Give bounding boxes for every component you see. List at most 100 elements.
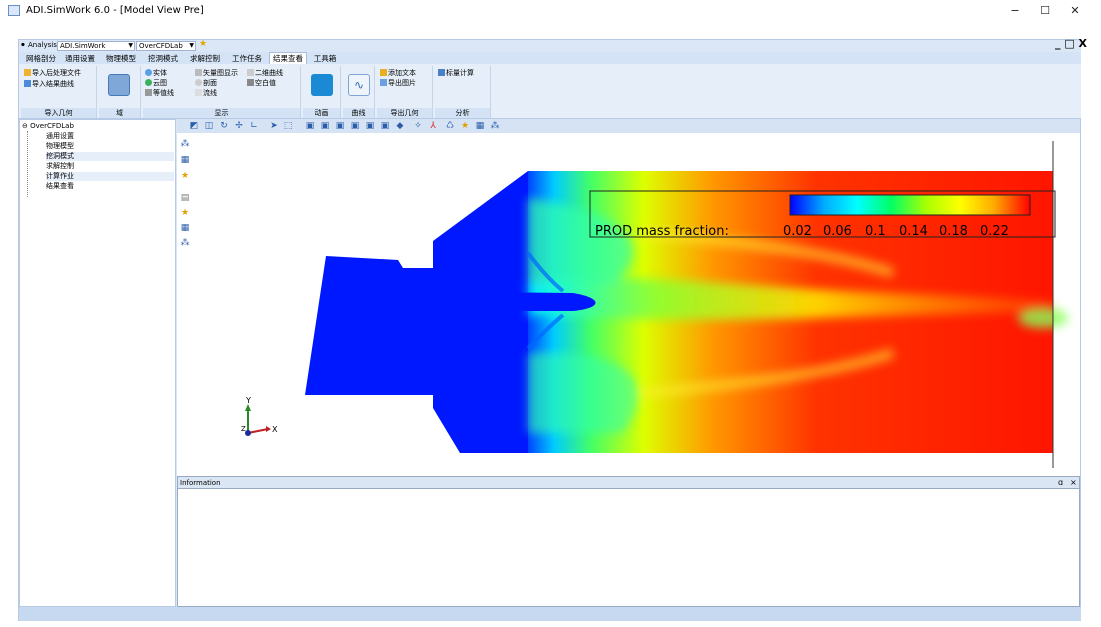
project-tree: ⊖ OverCFDLab 通用设置 物理模型 挖洞模式 求解控制 计算作业 结果… xyxy=(19,119,176,607)
pan-icon[interactable]: ✢ xyxy=(234,121,244,131)
legend-tick: 0.02 xyxy=(783,224,812,239)
contour-plot[interactable]: PROD mass fraction: 0.02 0.06 0.1 0.14 0… xyxy=(193,133,1080,476)
curve-icon[interactable]: ∿ xyxy=(348,74,370,96)
view-side-toolbar: ⁂ ▦ ★ ▤ ★ ▦ ⁂ xyxy=(177,133,193,476)
tab-hole-mode[interactable]: 挖洞模式 xyxy=(146,52,180,64)
window-title: ADI.SimWork 6.0 - [Model View Pre] xyxy=(26,5,204,16)
refresh-icon[interactable]: ♺ xyxy=(445,121,455,131)
tab-general-settings[interactable]: 通用设置 xyxy=(63,52,97,64)
axis-y-label: Y xyxy=(245,396,251,405)
tree-item-compute-job[interactable]: 计算作业 xyxy=(46,172,174,181)
collapse-icon[interactable]: ⊖ xyxy=(22,122,28,130)
group-export-geometry: 添加文本 导出图片 导出几何 xyxy=(377,66,433,118)
tree-item-hole-mode[interactable]: 挖洞模式 xyxy=(46,152,174,161)
import-post-file-button[interactable]: 导入后处理文件 xyxy=(24,69,81,78)
group-caption: 域 xyxy=(99,108,140,118)
tree-item-general-settings[interactable]: 通用设置 xyxy=(46,132,74,141)
nodes-icon[interactable]: ⁂ xyxy=(180,238,190,248)
grid-icon[interactable]: ▦ xyxy=(475,121,485,131)
view-right-icon[interactable]: ▣ xyxy=(350,121,360,131)
solid-icon xyxy=(145,69,152,76)
group-caption: 分析 xyxy=(435,108,490,118)
folder-icon[interactable]: ★ xyxy=(460,121,470,131)
tab-mesh[interactable]: 网格剖分 xyxy=(24,52,58,64)
analysis-combo[interactable]: ADI.SimWork ▼ xyxy=(57,41,135,51)
text-icon xyxy=(380,69,387,76)
nodes-icon[interactable]: ⁂ xyxy=(490,121,500,131)
legend-tick: 0.22 xyxy=(980,224,1009,239)
streamline-button[interactable]: 流线 xyxy=(195,89,217,98)
box-select-icon[interactable]: ⬚ xyxy=(283,121,293,131)
section-icon xyxy=(195,79,202,86)
grid-icon[interactable]: ▦ xyxy=(180,223,190,233)
view-back-icon[interactable]: ▣ xyxy=(320,121,330,131)
view-left-icon[interactable]: ▣ xyxy=(335,121,345,131)
tab-physics-model[interactable]: 物理模型 xyxy=(104,52,138,64)
tab-work-task[interactable]: 工作任务 xyxy=(230,52,264,64)
streamline-label: 流线 xyxy=(203,89,217,97)
legend-tick: 0.18 xyxy=(939,224,968,239)
domain-icon[interactable] xyxy=(108,74,130,96)
solid-button[interactable]: 实体 xyxy=(145,69,167,78)
axis-icon[interactable]: ∟ xyxy=(249,121,259,131)
view-front-icon[interactable]: ▣ xyxy=(305,121,315,131)
zoom-box-icon[interactable]: ◫ xyxy=(204,121,214,131)
axis-triad: Y X Z xyxy=(241,396,278,436)
inner-window-controls[interactable]: _ □ X xyxy=(1055,37,1087,50)
export-image-button[interactable]: 导出图片 xyxy=(380,79,416,88)
section-button[interactable]: 剖面 xyxy=(195,79,217,88)
vector-button[interactable]: 矢量图显示 xyxy=(195,69,238,78)
module-combo-value: OverCFDLab xyxy=(139,42,183,50)
flux-calc-button[interactable]: 标量计算 xyxy=(438,69,474,78)
isoline-button[interactable]: 等值线 xyxy=(145,89,174,98)
model-viewport[interactable]: PROD mass fraction: 0.02 0.06 0.1 0.14 0… xyxy=(193,133,1080,476)
layer-icon[interactable]: ▤ xyxy=(180,193,190,203)
add-text-button[interactable]: 添加文本 xyxy=(380,69,416,78)
curve2d-button[interactable]: 二维曲线 xyxy=(247,69,283,78)
tab-toolbox[interactable]: 工具箱 xyxy=(312,52,338,64)
nodes-icon[interactable]: ⁂ xyxy=(180,139,190,149)
close-icon[interactable]: × xyxy=(1070,477,1077,489)
import-result-curve-button[interactable]: 导入结果曲线 xyxy=(24,80,74,89)
ribbon: 导入后处理文件 导入结果曲线 导入几何 域 实体 云图 等值线 矢量图显示 剖面… xyxy=(19,64,1081,119)
module-combo[interactable]: OverCFDLab ▼ xyxy=(136,41,196,51)
ribbon-tabs: 网格剖分 通用设置 物理模型 挖洞模式 求解控制 工作任务 结果查看 工具箱 xyxy=(19,52,1081,64)
blank-value-button[interactable]: 空白值 xyxy=(247,79,276,88)
flux-calc-label: 标量计算 xyxy=(446,69,474,77)
contour-button[interactable]: 云图 xyxy=(145,79,167,88)
tab-results[interactable]: 结果查看 xyxy=(269,52,307,64)
view-bottom-icon[interactable]: ▣ xyxy=(380,121,390,131)
rotate-icon[interactable]: ↻ xyxy=(219,121,229,131)
center-icon[interactable]: ✧ xyxy=(413,121,423,131)
minimize-button[interactable]: − xyxy=(1000,2,1030,20)
star-icon[interactable]: ★ xyxy=(180,171,190,181)
legend-tick: 0.06 xyxy=(823,224,852,239)
group-display: 实体 云图 等值线 矢量图显示 剖面 流线 二维曲线 空白值 显示 xyxy=(143,66,301,118)
analysis-combo-value: ADI.SimWork xyxy=(60,42,106,50)
legend-title: PROD mass fraction: xyxy=(595,224,729,239)
tree-root[interactable]: ⊖ OverCFDLab xyxy=(22,122,74,131)
information-title: Information xyxy=(180,479,221,487)
animation-icon[interactable] xyxy=(311,74,333,96)
group-curve: ∿ 曲线 xyxy=(343,66,375,118)
axes-triad-icon[interactable]: ⅄ xyxy=(428,121,438,131)
view-top-icon[interactable]: ▣ xyxy=(365,121,375,131)
group-caption: 动画 xyxy=(303,108,340,118)
select-icon[interactable]: ➤ xyxy=(269,121,279,131)
analysis-icon: ⚫ xyxy=(20,41,26,49)
quick-access-bar: ⚫ Analysis: ADI.SimWork ▼ OverCFDLab ▼ ★… xyxy=(19,37,1087,52)
tree-item-results[interactable]: 结果查看 xyxy=(46,182,74,191)
grid-icon[interactable]: ▦ xyxy=(180,155,190,165)
star-icon[interactable]: ★ xyxy=(180,208,190,218)
maximize-button[interactable]: ☐ xyxy=(1030,2,1060,20)
fit-view-icon[interactable]: ◩ xyxy=(189,121,199,131)
folder-icon[interactable]: ★ xyxy=(199,39,207,49)
tree-item-physics-model[interactable]: 物理模型 xyxy=(46,142,74,151)
group-caption: 曲线 xyxy=(343,108,374,118)
tree-item-solve-control[interactable]: 求解控制 xyxy=(46,162,74,171)
iso-view-icon[interactable]: ◆ xyxy=(395,121,405,131)
tab-solve-control[interactable]: 求解控制 xyxy=(188,52,222,64)
pin-icon[interactable]: ɑ xyxy=(1058,477,1063,489)
blank-value-label: 空白值 xyxy=(255,79,276,87)
close-button[interactable]: ✕ xyxy=(1060,2,1090,20)
